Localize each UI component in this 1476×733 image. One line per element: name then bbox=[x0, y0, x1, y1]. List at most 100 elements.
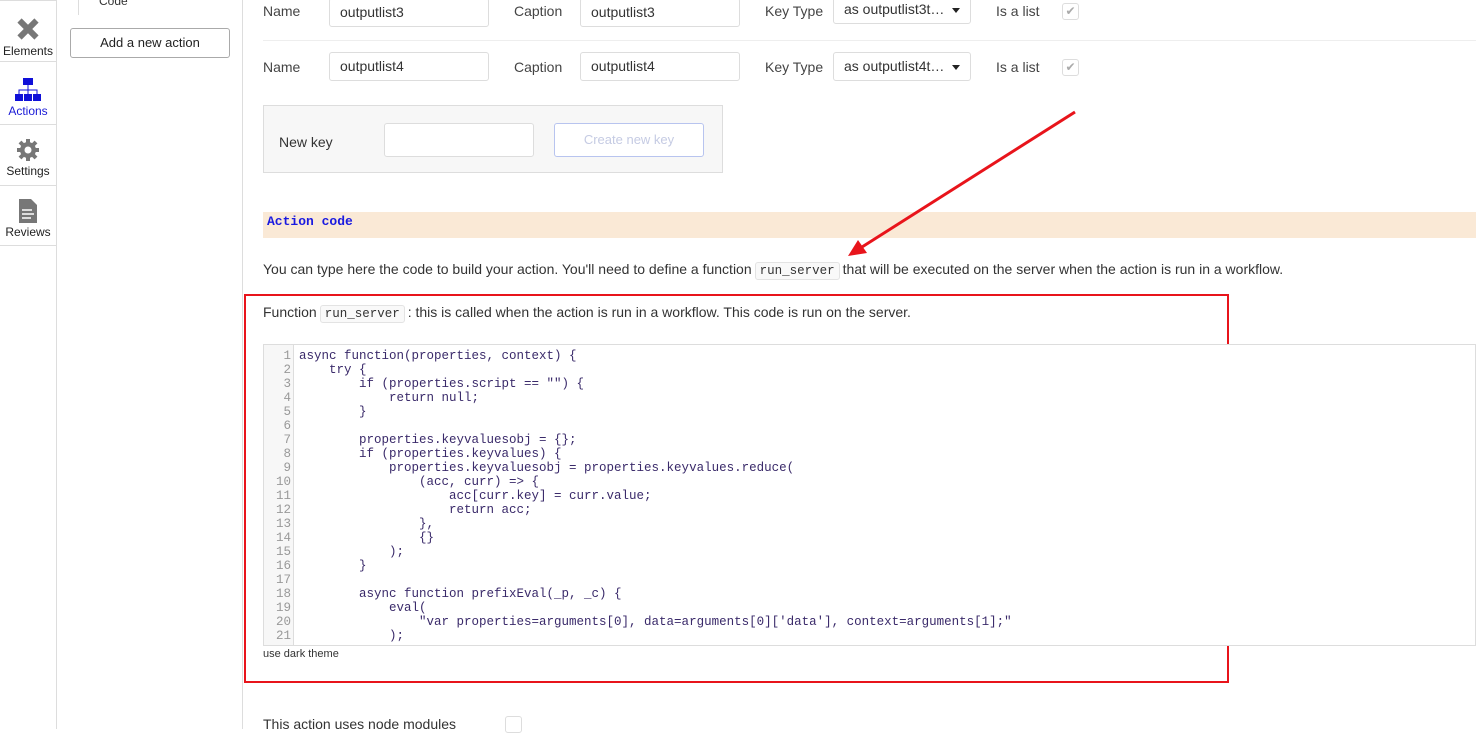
line-number: 1 bbox=[283, 349, 291, 363]
line-text: if (properties.keyvalues) { bbox=[299, 447, 562, 461]
line-number: 7 bbox=[283, 433, 291, 447]
line-text: eval( bbox=[299, 601, 427, 615]
code-line: 12 return acc; bbox=[264, 503, 1475, 517]
line-number: 8 bbox=[283, 447, 291, 461]
code-lines: 1 async function(properties, context) {2 … bbox=[264, 349, 1475, 643]
inline-code: run_server bbox=[754, 262, 840, 280]
line-number: 17 bbox=[275, 573, 291, 587]
key-type-value: as outputlist4t… bbox=[844, 58, 945, 74]
code-line: 8 if (properties.keyvalues) { bbox=[264, 447, 1475, 461]
code-line: 17 bbox=[264, 573, 1475, 587]
code-line: 21 ); bbox=[264, 629, 1475, 643]
node-modules-checkbox[interactable] bbox=[505, 716, 522, 733]
code-line: 15 ); bbox=[264, 545, 1475, 559]
inline-code: run_server bbox=[319, 305, 405, 323]
line-text: async function prefixEval(_p, _c) { bbox=[299, 587, 622, 601]
action-code-header: Action code bbox=[263, 212, 1476, 238]
line-text: ); bbox=[299, 545, 405, 559]
sidebar-item-label: Settings bbox=[6, 164, 50, 178]
code-line: 16 } bbox=[264, 559, 1475, 573]
line-text: if (properties.script == "") { bbox=[299, 377, 585, 391]
code-line: 14 {} bbox=[264, 531, 1475, 545]
function-description: Function run_server: this is called when … bbox=[263, 304, 911, 323]
caption-input[interactable]: outputlist3 bbox=[580, 0, 740, 27]
key-type-label: Key Type bbox=[765, 59, 824, 75]
key-type-select[interactable]: as outputlist4t… bbox=[833, 52, 971, 81]
line-number: 9 bbox=[283, 461, 291, 475]
caption-label: Caption bbox=[514, 3, 563, 19]
sidebar-item-elements[interactable]: Elements bbox=[0, 2, 56, 62]
create-new-key-button[interactable]: Create new key bbox=[554, 123, 704, 157]
key-type-label: Key Type bbox=[765, 3, 824, 19]
fn-text: : this is called when the action is run … bbox=[407, 304, 911, 320]
new-key-box: New key Create new key bbox=[263, 105, 723, 173]
line-text: properties.keyvaluesobj = {}; bbox=[299, 433, 577, 447]
tree-line bbox=[78, 0, 79, 15]
is-list-checkbox[interactable]: ✔ bbox=[1062, 59, 1079, 76]
name-label: Name bbox=[263, 59, 301, 75]
code-line: 3 if (properties.script == "") { bbox=[264, 377, 1475, 391]
line-number: 19 bbox=[275, 601, 291, 615]
sidebar-item-settings[interactable]: Settings bbox=[0, 126, 56, 186]
line-number: 14 bbox=[275, 531, 291, 545]
add-new-action-button[interactable]: Add a new action bbox=[70, 28, 230, 58]
divider bbox=[263, 40, 1476, 41]
sidebar-item-actions[interactable]: Actions bbox=[0, 65, 56, 125]
code-line: 4 return null; bbox=[264, 391, 1475, 405]
line-text: {} bbox=[299, 531, 435, 545]
is-list-label: Is a list bbox=[996, 3, 1040, 19]
code-line: 1 async function(properties, context) { bbox=[264, 349, 1475, 363]
code-editor[interactable]: 1 async function(properties, context) {2 … bbox=[263, 344, 1476, 646]
line-text: } bbox=[299, 405, 367, 419]
sidebar-item-reviews[interactable]: Reviews bbox=[0, 186, 56, 246]
line-text: }, bbox=[299, 517, 435, 531]
line-number: 21 bbox=[275, 629, 291, 643]
line-text: properties.keyvaluesobj = properties.key… bbox=[299, 461, 795, 475]
caret-down-icon bbox=[952, 65, 960, 70]
code-line: 20 "var properties=arguments[0], data=ar… bbox=[264, 615, 1475, 629]
code-line: 11 acc[curr.key] = curr.value; bbox=[264, 489, 1475, 503]
line-number: 20 bbox=[275, 615, 291, 629]
line-number: 16 bbox=[275, 559, 291, 573]
line-text: try { bbox=[299, 363, 367, 377]
use-dark-theme-link[interactable]: use dark theme bbox=[263, 648, 339, 660]
code-line: 9 properties.keyvaluesobj = properties.k… bbox=[264, 461, 1475, 475]
sitemap-icon bbox=[15, 78, 41, 101]
line-text: acc[curr.key] = curr.value; bbox=[299, 489, 652, 503]
document-icon bbox=[19, 199, 37, 223]
code-line: 10 (acc, curr) => { bbox=[264, 475, 1475, 489]
code-line: 18 async function prefixEval(_p, _c) { bbox=[264, 587, 1475, 601]
line-text: ); bbox=[299, 629, 405, 643]
line-number: 2 bbox=[283, 363, 291, 377]
line-number: 4 bbox=[283, 391, 291, 405]
intro-text: You can type here the code to build your… bbox=[263, 261, 752, 277]
line-text: } bbox=[299, 559, 367, 573]
caption-label: Caption bbox=[514, 59, 563, 75]
gear-icon bbox=[17, 139, 39, 161]
line-text: async function(properties, context) { bbox=[299, 349, 577, 363]
line-number: 13 bbox=[275, 517, 291, 531]
is-list-checkbox[interactable]: ✔ bbox=[1062, 3, 1079, 20]
name-input[interactable]: outputlist4 bbox=[329, 52, 489, 81]
code-line: 5 } bbox=[264, 405, 1475, 419]
line-number: 15 bbox=[275, 545, 291, 559]
action-item-code[interactable]: Code bbox=[99, 0, 128, 8]
line-text: return acc; bbox=[299, 503, 532, 517]
actions-panel: Code Add a new action bbox=[57, 0, 243, 729]
is-list-label: Is a list bbox=[996, 59, 1040, 75]
new-key-input[interactable] bbox=[384, 123, 534, 157]
tools-icon bbox=[17, 18, 39, 40]
line-number: 5 bbox=[283, 405, 291, 419]
code-line: 6 bbox=[264, 419, 1475, 433]
line-text: (acc, curr) => { bbox=[299, 475, 540, 489]
name-input[interactable]: outputlist3 bbox=[329, 0, 489, 27]
caret-down-icon bbox=[952, 8, 960, 13]
intro-text: that will be executed on the server when… bbox=[842, 261, 1284, 277]
caption-input[interactable]: outputlist4 bbox=[580, 52, 740, 81]
line-number: 18 bbox=[275, 587, 291, 601]
sidebar-item-label: Reviews bbox=[5, 225, 51, 239]
line-text: return null; bbox=[299, 391, 480, 405]
new-key-label: New key bbox=[279, 134, 333, 150]
action-code-intro: You can type here the code to build your… bbox=[263, 261, 1284, 280]
key-type-select[interactable]: as outputlist3t… bbox=[833, 0, 971, 24]
